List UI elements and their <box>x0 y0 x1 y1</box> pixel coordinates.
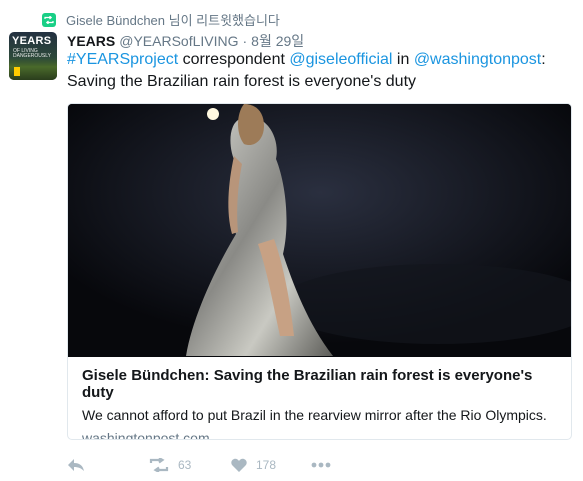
runway-photo <box>68 104 571 357</box>
like-button[interactable]: 178 <box>231 458 311 472</box>
tweet-text-line2: Saving the Brazilian rain forest is ever… <box>67 73 417 90</box>
timestamp[interactable]: 8월 29일 <box>251 31 304 51</box>
card-image[interactable] <box>68 104 571 357</box>
card-title[interactable]: Gisele Bündchen: Saving the Brazilian ra… <box>82 367 562 401</box>
mention-link-giseleofficial[interactable]: @giseleofficial <box>289 51 392 68</box>
display-name[interactable]: YEARS <box>67 33 115 49</box>
retweet-badge-icon <box>42 12 56 27</box>
heart-icon <box>231 458 247 472</box>
card-description: We cannot afford to put Brazil in the re… <box>82 407 547 423</box>
nat-geo-logo <box>14 67 20 76</box>
retweet-icon <box>149 458 169 472</box>
tweet-actions: 63 178 <box>67 458 331 472</box>
tweet-text-word: : <box>541 51 546 68</box>
link-card[interactable]: Gisele Bündchen: Saving the Brazilian ra… <box>67 103 572 440</box>
retweet-button[interactable]: 63 <box>149 458 231 472</box>
retweet-count: 63 <box>178 458 192 472</box>
reply-button[interactable] <box>67 458 149 472</box>
reply-icon <box>68 459 84 471</box>
tweet-text-word: in <box>392 51 414 68</box>
user-handle[interactable]: @YEARSofLIVING <box>119 33 238 49</box>
retweet-context-text[interactable]: Gisele Bündchen 님이 리트윗했습니다 <box>66 10 280 29</box>
like-count: 178 <box>256 458 277 472</box>
retweet-context: Gisele Bündchen 님이 리트윗했습니다 <box>42 10 280 29</box>
separator: · <box>242 33 248 49</box>
tweet-header: YEARS @YEARSofLIVING · 8월 29일 <box>67 31 304 51</box>
mention-link-washingtonpost[interactable]: @washingtonpost <box>414 51 541 68</box>
tweet-text-word: correspondent <box>178 51 290 68</box>
more-button[interactable] <box>311 462 331 468</box>
hashtag-link[interactable]: #YEARSproject <box>67 51 178 68</box>
tweet-text: #YEARSproject correspondent @giseleoffic… <box>67 49 567 93</box>
card-body: Gisele Bündchen: Saving the Brazilian ra… <box>82 367 562 439</box>
more-icon <box>311 462 331 468</box>
avatar-text: YEARS <box>12 35 52 47</box>
avatar[interactable]: YEARS OF LIVING DANGEROUSLY <box>9 32 57 80</box>
card-domain[interactable]: washingtonpost.com <box>82 430 562 439</box>
